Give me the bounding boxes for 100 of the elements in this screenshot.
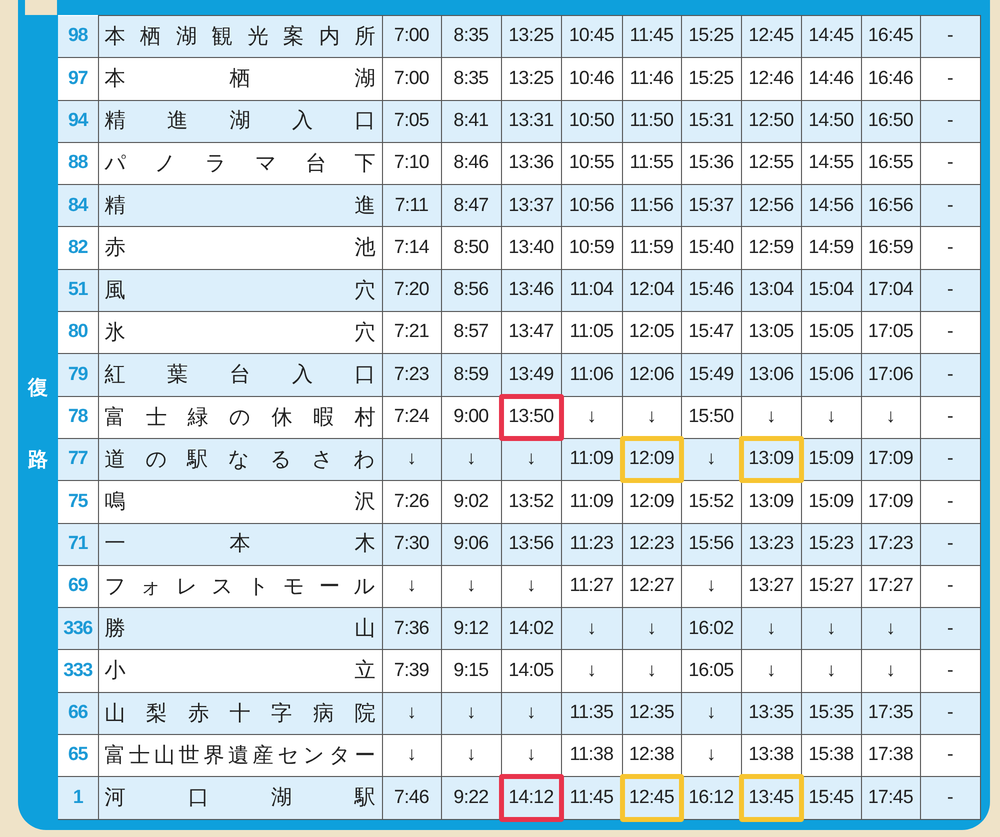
time-cell: 15:52	[688, 490, 734, 512]
time-cell: 13:36	[508, 152, 554, 174]
time-cell: ↓	[886, 406, 895, 428]
time-cell: 13:09	[748, 490, 794, 512]
time-cell: 7:30	[394, 532, 429, 554]
stop-name: 精進湖入口	[104, 107, 376, 134]
time-cell: 16:56	[868, 194, 914, 216]
time-cell: 12:38	[628, 744, 674, 766]
time-cell: 8:35	[454, 25, 488, 46]
time-cell: 12:09	[628, 448, 674, 470]
time-cell: 9:06	[454, 532, 488, 554]
stop-number: 84	[68, 194, 88, 216]
time-cell: 7:00	[394, 68, 429, 89]
time-cell: 9:12	[454, 618, 488, 639]
stop-number: 75	[68, 490, 88, 512]
time-cell: -	[947, 744, 953, 766]
stop-number: 82	[68, 236, 88, 258]
time-cell: 15:40	[688, 236, 734, 258]
time-cell: 13:50	[508, 406, 554, 428]
time-cell: ↓	[826, 406, 836, 428]
stop-name: 富士山世界遺産センター	[104, 742, 376, 769]
time-cell: 7:05	[394, 110, 429, 131]
time-cell: 14:50	[808, 110, 854, 131]
time-cell: 10:59	[568, 236, 614, 258]
time-cell: 17:45	[868, 786, 914, 808]
time-cell: 8:50	[454, 236, 488, 258]
time-cell: 13:38	[748, 744, 794, 766]
time-cell: 13:06	[748, 364, 794, 385]
time-cell: 15:27	[808, 575, 854, 596]
time-cell: 17:09	[868, 490, 914, 512]
time-cell: 10:46	[568, 68, 614, 89]
time-cell: 15:46	[688, 279, 734, 300]
stop-name: 山梨赤十字病院	[104, 700, 376, 727]
time-cell: 15:09	[808, 448, 854, 470]
time-cell: 16:02	[688, 618, 734, 639]
time-cell: 7:10	[394, 152, 429, 174]
time-cell: ↓	[407, 744, 416, 766]
time-cell: 14:59	[808, 236, 854, 258]
time-cell: ↓	[647, 660, 656, 681]
time-cell: 17:38	[868, 744, 914, 766]
stop-name: 本栖湖	[104, 65, 376, 92]
time-cell: ↓	[766, 618, 776, 639]
time-cell: 12:46	[748, 68, 794, 89]
time-cell: 7:11	[394, 194, 428, 216]
time-cell: -	[947, 575, 953, 596]
time-cell: 15:25	[688, 25, 734, 46]
stop-number: 98	[68, 25, 88, 46]
stop-name: 富士緑の休暇村	[104, 404, 376, 431]
stop-name: 道の駅なるさわ	[104, 446, 376, 473]
time-cell: 12:56	[748, 194, 794, 216]
time-cell: 14:55	[808, 152, 854, 174]
stop-number: 80	[68, 321, 88, 342]
stop-name: 赤池	[104, 234, 376, 262]
time-cell: -	[947, 321, 953, 342]
time-cell: ↓	[526, 702, 536, 724]
time-cell: 11:09	[570, 490, 614, 512]
time-cell: 9:15	[454, 660, 488, 681]
time-cell: 17:04	[868, 279, 914, 300]
time-cell: 11:38	[570, 744, 614, 766]
time-cell: 15:56	[688, 532, 734, 554]
time-cell: -	[947, 660, 953, 681]
time-cell: 15:25	[688, 68, 734, 89]
time-cell: 14:02	[508, 618, 554, 639]
time-cell: -	[947, 110, 953, 131]
time-cell: 16:46	[868, 68, 914, 89]
time-cell: 7:46	[394, 786, 429, 808]
time-cell: -	[947, 618, 953, 639]
time-cell: 8:41	[454, 110, 488, 131]
time-cell: 11:06	[570, 364, 614, 385]
time-cell: 15:06	[808, 364, 854, 385]
time-cell: 11:05	[570, 321, 614, 342]
time-cell: 8:59	[454, 364, 488, 385]
time-cell: 8:47	[454, 194, 488, 216]
time-cell: ↓	[407, 448, 416, 470]
stop-number: 51	[68, 279, 88, 300]
stop-name: 紅葉台入口	[104, 361, 376, 388]
time-cell: 15:45	[808, 786, 854, 808]
time-cell: 15:37	[688, 194, 734, 216]
time-cell: 7:36	[394, 618, 429, 639]
time-cell: ↓	[647, 406, 656, 428]
stop-name: 風穴	[104, 276, 376, 304]
time-cell: -	[947, 25, 953, 46]
time-cell: 7:20	[394, 279, 429, 300]
stop-number: 65	[68, 744, 88, 766]
time-cell: 7:24	[394, 406, 429, 428]
time-cell: 15:50	[688, 406, 734, 428]
time-cell: 10:56	[568, 194, 614, 216]
time-cell: 17:27	[868, 575, 914, 596]
time-cell: 13:35	[748, 702, 794, 724]
time-cell: 8:57	[454, 321, 488, 342]
stop-name: 河口湖駅	[104, 784, 376, 812]
time-cell: ↓	[526, 744, 536, 766]
time-cell: -	[947, 152, 953, 174]
time-cell: -	[947, 68, 953, 89]
time-cell: ↓	[407, 575, 416, 596]
time-cell: 8:35	[454, 68, 488, 89]
time-cell: 7:14	[394, 236, 429, 258]
time-cell: 16:05	[688, 660, 734, 681]
time-cell: 13:40	[508, 236, 554, 258]
time-cell: ↓	[647, 618, 656, 639]
